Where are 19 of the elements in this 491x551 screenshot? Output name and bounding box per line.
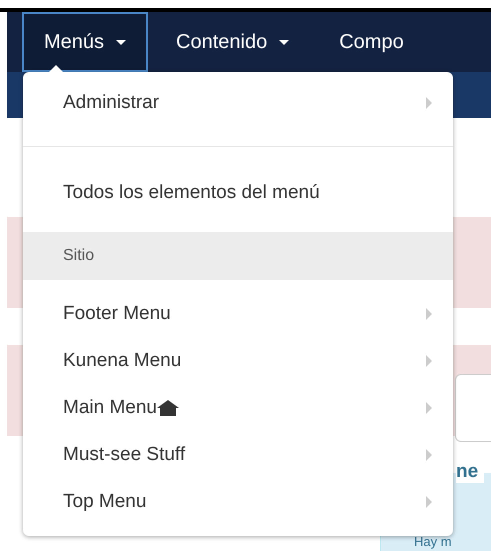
alert-text: Hay m: [414, 535, 453, 549]
chevron-right-icon: [426, 402, 432, 414]
submenu-item[interactable]: Must-see Stuff: [23, 431, 453, 478]
submenu-item[interactable]: Footer Menu: [23, 290, 453, 337]
nav-menu-item[interactable]: Contenido: [154, 12, 312, 72]
submenu-item[interactable]: Kunena Menu: [23, 337, 453, 384]
chevron-right-icon: [426, 308, 432, 320]
nav-menu-item[interactable]: Compo: [317, 12, 426, 72]
chevron-right-icon: [426, 448, 432, 460]
menu-section-header: Sitio: [23, 232, 453, 280]
card-background: [455, 374, 491, 442]
chevron-right-icon: [426, 354, 432, 366]
menu-item[interactable]: Todos los elementos del menú: [23, 169, 453, 216]
submenu-item[interactable]: Main Menu: [23, 384, 453, 431]
nav-menu-item[interactable]: Menús: [22, 12, 148, 72]
submenu-item[interactable]: Top Menu: [23, 478, 453, 525]
chevron-right-icon: [426, 496, 432, 508]
submenu-item[interactable]: Administrar: [23, 79, 453, 126]
chevron-right-icon: [426, 96, 432, 108]
